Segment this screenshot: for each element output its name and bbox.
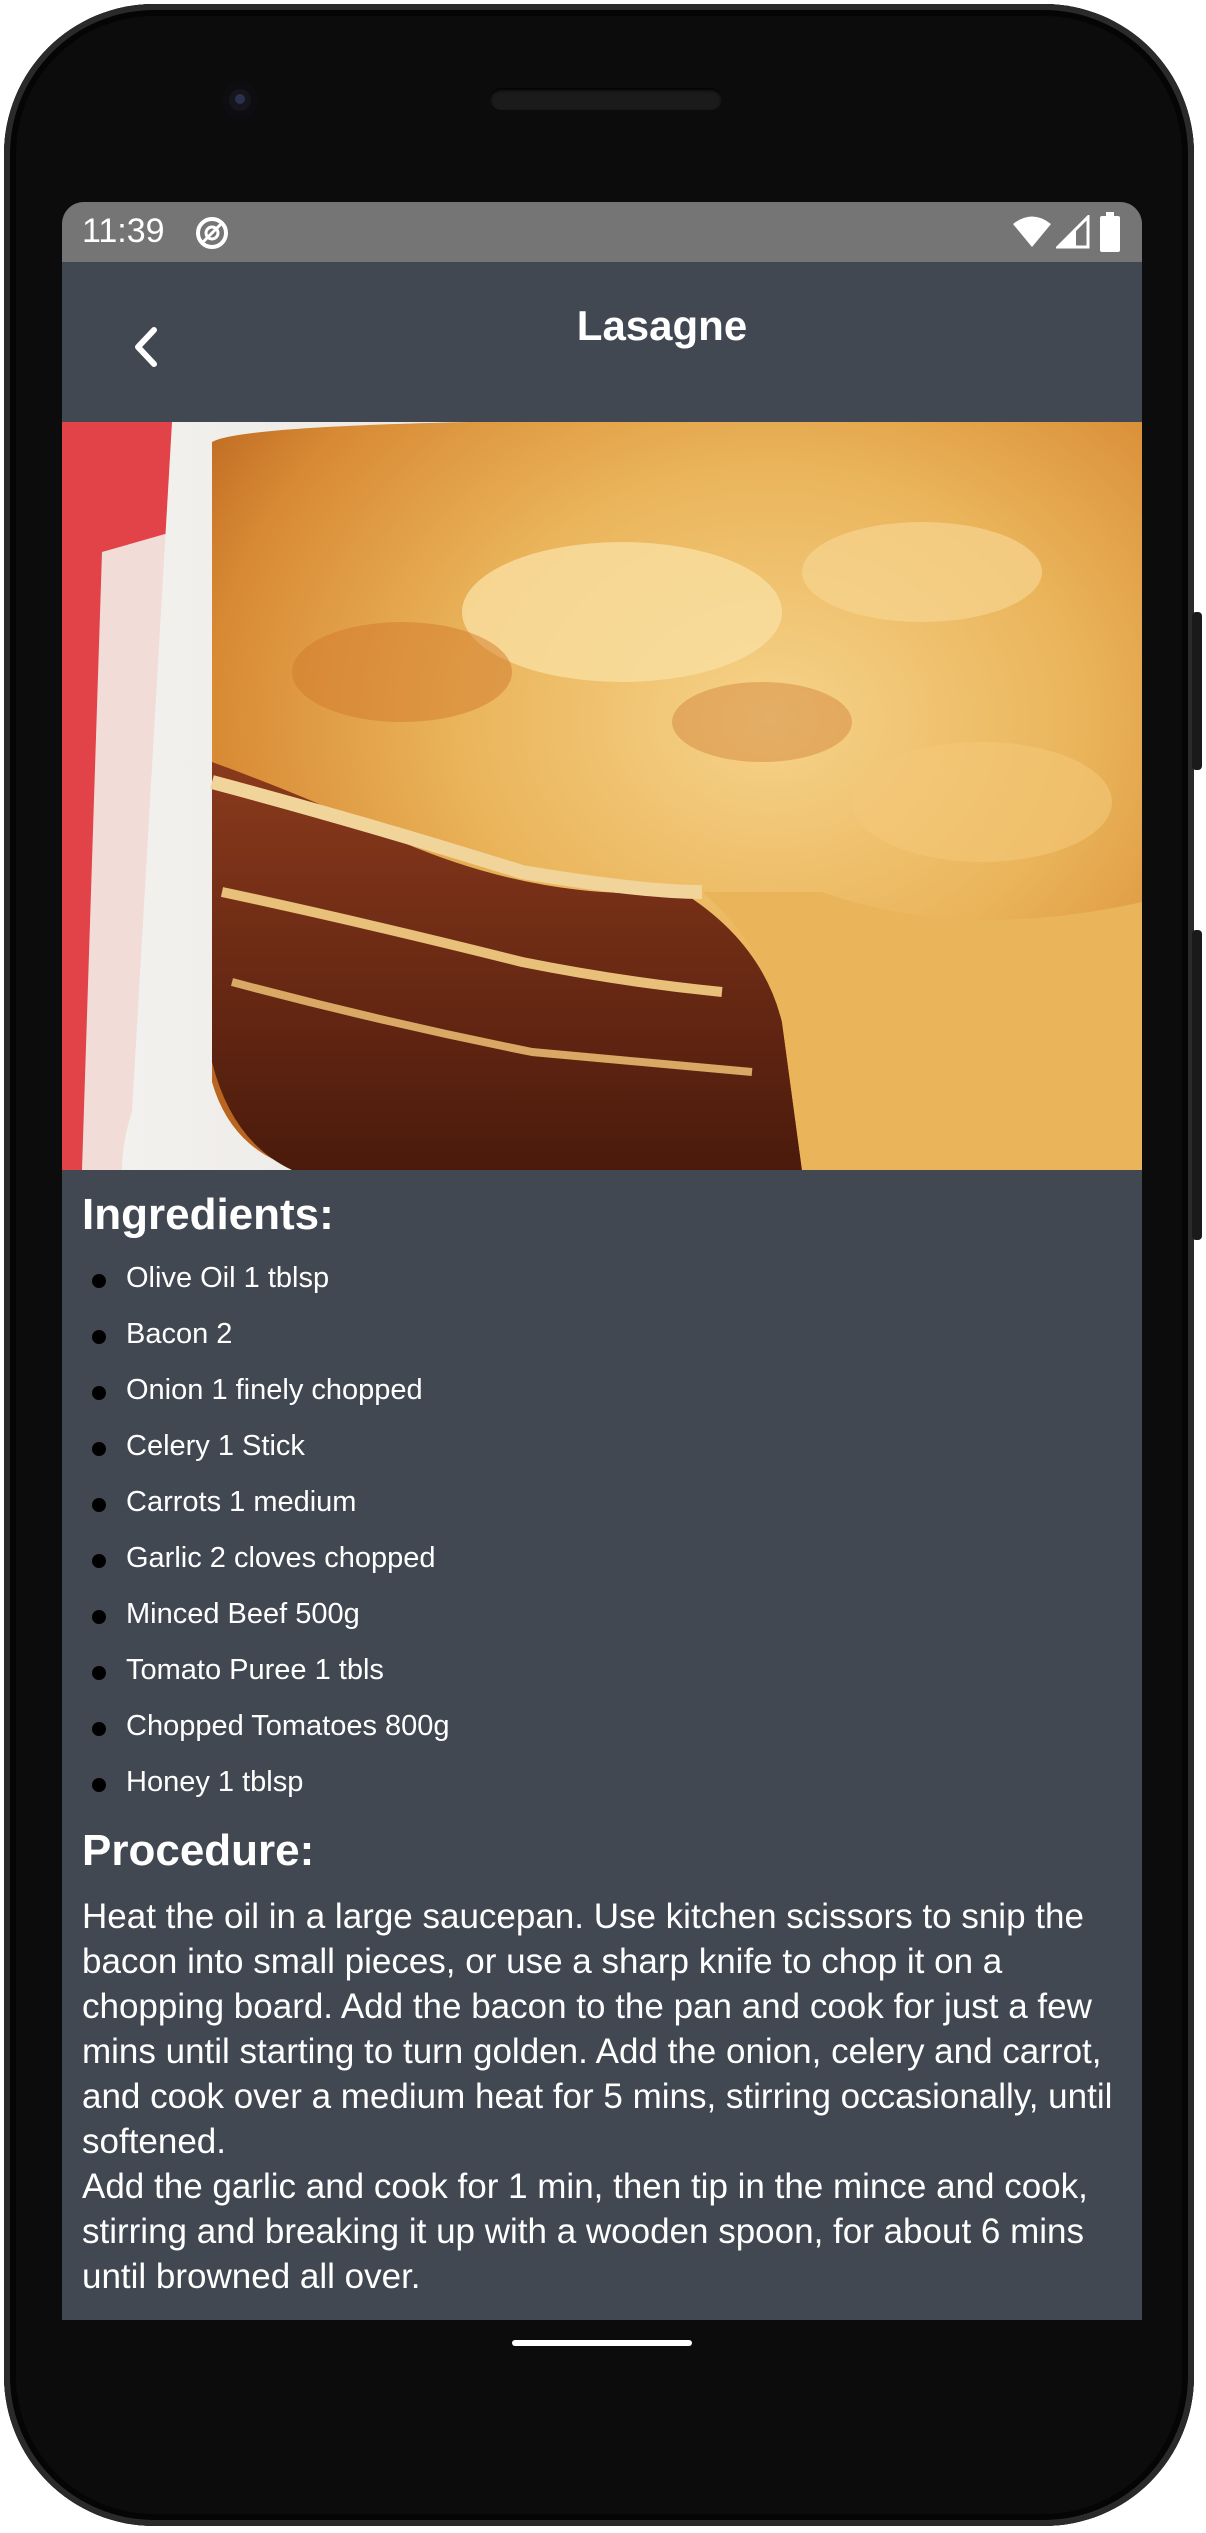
app-bar: Lasagne <box>62 262 1142 422</box>
app-screen: 11:39 Lasagne Ingredients: Olive Oil 1 t… <box>62 202 1142 2320</box>
ingredient-item: Carrots 1 medium <box>82 1474 1124 1530</box>
recipe-content: Ingredients: Olive Oil 1 tblsp Bacon 2 O… <box>62 1170 1142 2299</box>
home-indicator[interactable] <box>512 2340 692 2346</box>
ingredient-item: Chopped Tomatoes 800g <box>82 1698 1124 1754</box>
battery-icon <box>1100 212 1120 252</box>
earpiece-speaker <box>490 88 722 110</box>
lasagne-photo <box>62 422 1142 1170</box>
wifi-icon <box>1013 216 1051 247</box>
status-bar: 11:39 <box>62 202 1142 262</box>
status-time: 11:39 <box>82 212 165 250</box>
power-button <box>1192 612 1202 770</box>
do-not-disturb-icon <box>196 217 228 249</box>
ingredient-item: Bacon 2 <box>82 1306 1124 1362</box>
procedure-heading: Procedure: <box>82 1826 315 1875</box>
page-title: Lasagne <box>576 302 748 349</box>
ingredient-item: Honey 1 tblsp <box>82 1754 1124 1810</box>
ingredients-heading: Ingredients: <box>82 1190 334 1239</box>
ingredient-item: Celery 1 Stick <box>82 1418 1124 1474</box>
ingredient-item: Minced Beef 500g <box>82 1586 1124 1642</box>
ingredient-item: Olive Oil 1 tblsp <box>82 1250 1124 1306</box>
ingredients-list: Olive Oil 1 tblsp Bacon 2 Onion 1 finely… <box>82 1250 1124 1810</box>
phone-frame: 11:39 Lasagne Ingredients: Olive Oil 1 t… <box>4 4 1194 2526</box>
ingredient-item: Garlic 2 cloves chopped <box>82 1530 1124 1586</box>
procedure-text: Heat the oil in a large saucepan. Use ki… <box>82 1897 1113 2296</box>
ingredient-item: Onion 1 finely chopped <box>82 1362 1124 1418</box>
volume-button <box>1192 930 1202 1240</box>
cell-signal-icon <box>1056 215 1090 249</box>
ingredient-item: Tomato Puree 1 tbls <box>82 1642 1124 1698</box>
front-camera <box>222 82 258 118</box>
